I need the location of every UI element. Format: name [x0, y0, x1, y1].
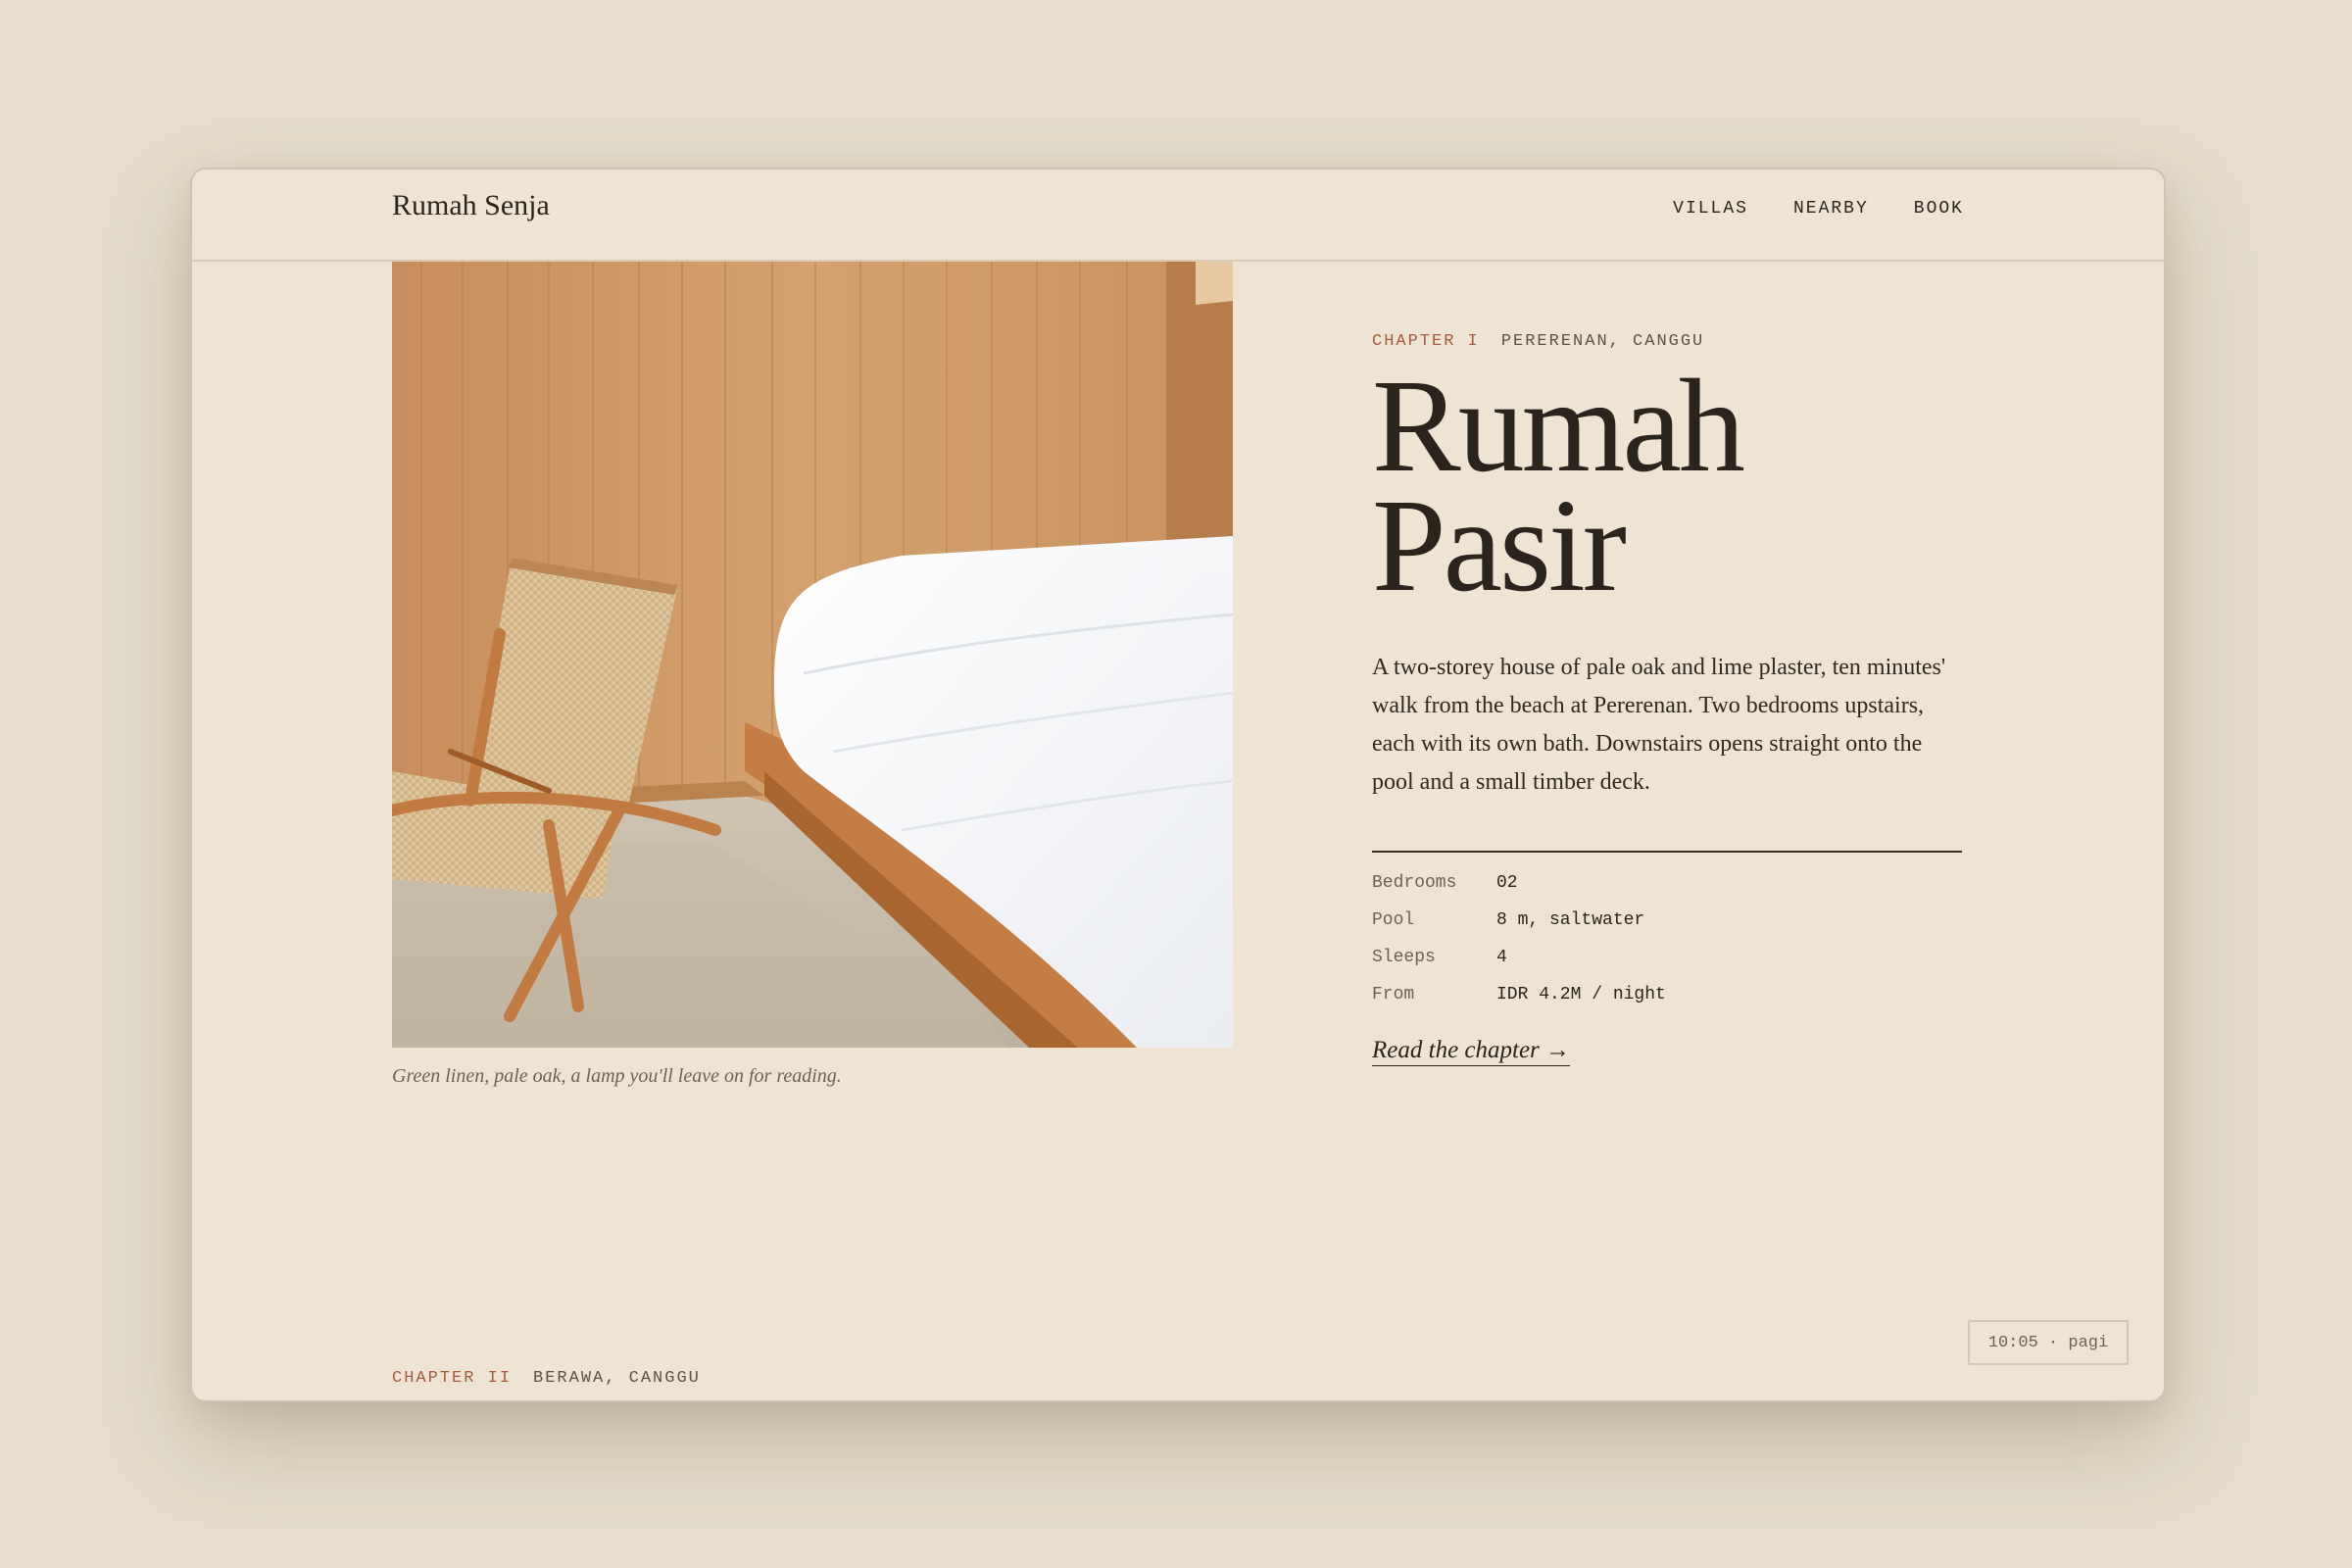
- read-chapter-link[interactable]: Read the chapter →: [1372, 1037, 1571, 1066]
- spec-value: 4: [1496, 948, 1507, 967]
- browser-window: Rumah Senja VILLAS NEARBY BOOK Green lin…: [190, 168, 2166, 1402]
- spec-row-pool: Pool 8 m, saltwater: [1372, 902, 1962, 939]
- local-time-badge: 10:05 · pagi: [1968, 1320, 2129, 1365]
- next-chapter-location: BERAWA, CANGGU: [533, 1369, 701, 1388]
- spec-key: From: [1372, 985, 1415, 1004]
- villa-title-line2: Pasir: [1372, 472, 1627, 619]
- spec-row-sleeps: Sleeps 4: [1372, 939, 1962, 976]
- villa-title: Rumah Pasir: [1372, 353, 1962, 619]
- chapter-location: PERERENAN, CANGGU: [1500, 332, 1705, 351]
- nav-link-villas[interactable]: VILLAS: [1673, 199, 1748, 219]
- next-chapter-number: CHAPTER II: [392, 1369, 513, 1388]
- chapter-eyebrow: CHAPTER I PERERENAN, CANGGU: [1372, 332, 1962, 351]
- spec-value: 8 m, saltwater: [1496, 910, 1645, 930]
- brand-logo[interactable]: Rumah Senja: [392, 189, 550, 222]
- spec-value: 02: [1496, 873, 1518, 893]
- spec-value: IDR 4.2M / night: [1496, 985, 1666, 1004]
- villa-description: A two-storey house of pale oak and lime …: [1372, 655, 1946, 795]
- nav-link-nearby[interactable]: NEARBY: [1793, 199, 1869, 219]
- spec-row-price: From IDR 4.2M / night: [1372, 976, 1962, 1013]
- spec-key: Sleeps: [1372, 948, 1436, 967]
- spec-key: Pool: [1372, 910, 1415, 930]
- villa-title-line1: Rumah: [1372, 353, 1745, 500]
- chapter-content: CHAPTER I PERERENAN, CANGGU Rumah Pasir A…: [1372, 332, 1962, 1066]
- spec-row-bedrooms: Bedrooms 02: [1372, 864, 1962, 902]
- spec-list: Bedrooms 02 Pool 8 m, saltwater Sleeps 4…: [1372, 851, 1962, 1013]
- spec-key: Bedrooms: [1372, 873, 1457, 893]
- nav-link-book[interactable]: BOOK: [1914, 199, 1964, 219]
- next-chapter-label[interactable]: CHAPTER II BERAWA, CANGGU: [392, 1369, 701, 1388]
- photo-caption: Green linen, pale oak, a lamp you'll lea…: [392, 1065, 842, 1087]
- villa-photo: [392, 262, 1233, 1048]
- site-header: Rumah Senja VILLAS NEARBY BOOK: [192, 170, 2164, 262]
- chapter-label: CHAPTER I: [1372, 332, 1480, 351]
- main-nav: VILLAS NEARBY BOOK: [1673, 199, 1964, 219]
